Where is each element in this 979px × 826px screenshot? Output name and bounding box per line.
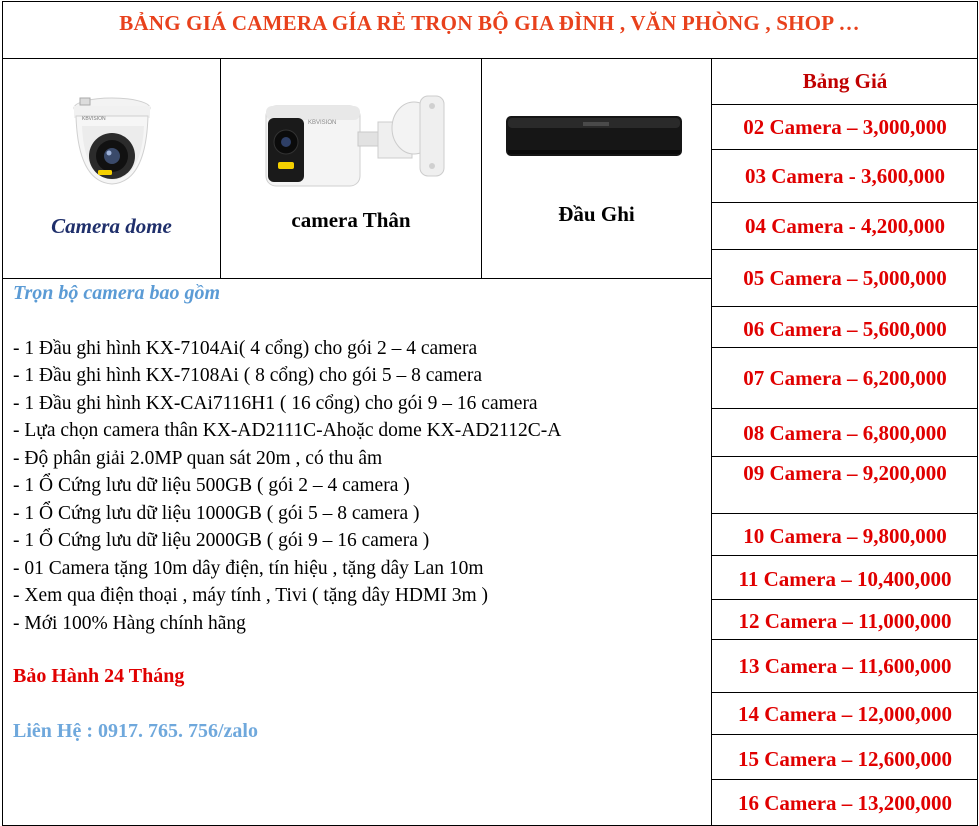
package-item: - 1 Đầu ghi hình KX-7108Ai ( 8 cổng) cho…: [13, 365, 482, 386]
bullet-camera-image: KBVISION: [262, 92, 448, 188]
price-header: Bảng Giá: [802, 69, 888, 93]
price-row-3: 03 Camera - 3,600,000: [744, 164, 946, 188]
price-row-5: 05 Camera – 5,000,000: [743, 266, 947, 290]
price-row-6: 06 Camera – 5,600,000: [743, 317, 947, 341]
dome-camera-label: Camera dome: [51, 213, 172, 238]
price-divider: [711, 639, 978, 640]
price-row-16: 16 Camera – 13,200,000: [737, 791, 953, 815]
price-divider: [711, 347, 978, 348]
package-item: - 1 Ổ Cứng lưu dữ liệu 1000GB ( gói 5 – …: [13, 502, 420, 524]
package-item: - 1 Đầu ghi hình KX-7104Ai( 4 cổng) cho …: [13, 337, 478, 359]
package-title: Trọn bộ camera bao gồm: [13, 282, 221, 304]
price-row-2: 02 Camera – 3,000,000: [743, 115, 947, 139]
price-divider: [711, 734, 978, 735]
price-divider: [711, 408, 978, 409]
package-item: - Mới 100% Hàng chính hãng: [13, 612, 246, 634]
contact-text: Liên Hệ : 0917. 765. 756/zalo: [13, 719, 258, 742]
divider-col2: [481, 58, 482, 278]
recorder-label: Đầu Ghi: [558, 201, 635, 226]
price-divider: [711, 249, 978, 250]
package-item: - 01 Camera tặng 10m dây điện, tín hiệu …: [13, 557, 484, 579]
package-item: - Xem qua điện thoại , máy tính , Tivi (…: [13, 585, 488, 606]
price-divider: [711, 202, 978, 203]
price-row-8: 08 Camera – 6,800,000: [743, 421, 947, 445]
price-divider: [711, 456, 978, 457]
price-row-10: 10 Camera – 9,800,000: [743, 524, 947, 548]
warranty-text: Bảo Hành 24 Tháng: [13, 665, 185, 687]
price-divider: [711, 149, 978, 150]
package-item: - Lựa chọn camera thân KX-AD2111C-Ahoặc …: [13, 420, 562, 441]
price-divider: [711, 555, 978, 556]
border-left: [2, 1, 3, 826]
package-description: Trọn bộ camera bao gồm - 1 Đầu ghi hình …: [13, 280, 703, 745]
package-item: - Độ phân giải 2.0MP quan sát 20m , có t…: [13, 447, 383, 469]
price-row-14: 14 Camera – 12,000,000: [737, 702, 953, 726]
price-divider: [711, 692, 978, 693]
dome-camera-image: KBVISION: [62, 86, 162, 192]
divider-products: [2, 278, 712, 279]
price-row-11: 11 Camera – 10,400,000: [738, 567, 952, 591]
price-row-7: 07 Camera – 6,200,000: [743, 366, 947, 390]
page-title: BẢNG GIÁ CAMERA GÍA RẺ TRỌN BỘ GIA ĐÌNH …: [119, 10, 860, 35]
price-divider: [711, 513, 978, 514]
package-item: - 1 Ổ Cứng lưu dữ liệu 500GB ( gói 2 – 4…: [13, 475, 410, 496]
divider-col1: [220, 58, 221, 278]
price-row-13: 13 Camera – 11,600,000: [738, 654, 952, 678]
price-divider: [711, 599, 978, 600]
price-row-9: 09 Camera – 9,200,000: [743, 461, 947, 485]
svg-text:KBVISION: KBVISION: [308, 120, 336, 126]
price-row-12: 12 Camera – 11,000,000: [738, 609, 952, 633]
price-divider: [711, 306, 978, 307]
recorder-image: [505, 112, 683, 158]
bullet-camera-label: camera Thân: [291, 207, 411, 232]
package-item: - 1 Đầu ghi hình KX-CAi7116H1 ( 16 cổng)…: [13, 392, 538, 414]
svg-text:KBVISION: KBVISION: [82, 116, 106, 122]
package-item-list: - 1 Đầu ghi hình KX-7104Ai( 4 cổng) cho …: [13, 335, 703, 638]
price-row-4: 04 Camera - 4,200,000: [744, 214, 946, 238]
price-divider: [711, 104, 978, 105]
price-row-15: 15 Camera – 12,600,000: [737, 747, 953, 771]
package-item: - 1 Ổ Cứng lưu dữ liệu 2000GB ( gói 9 – …: [13, 530, 430, 551]
price-divider: [711, 779, 978, 780]
